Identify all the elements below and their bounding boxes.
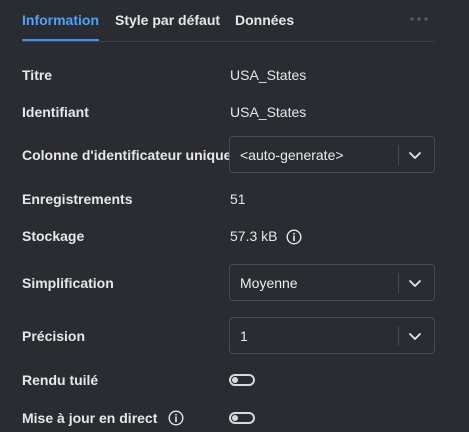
tab-style-par-defaut[interactable]: Style par défaut [115, 12, 220, 28]
stockage-label: Stockage [22, 228, 85, 244]
precision-selected-value: 1 [240, 328, 248, 344]
more-horizontal-icon[interactable] [408, 9, 430, 29]
identifiant-label: Identifiant [22, 104, 89, 120]
stockage-value: 57.3 kB [230, 228, 278, 244]
titre-value: USA_States [230, 67, 307, 83]
select-divider [398, 145, 399, 165]
mise-a-jour-label: Mise à jour en direct [22, 410, 158, 426]
chevron-down-icon[interactable] [408, 148, 422, 162]
select-divider [398, 326, 399, 346]
tab-donnees[interactable]: Données [235, 12, 294, 28]
rendu-tuile-label: Rendu tuilé [22, 372, 99, 388]
identifiant-value: USA_States [230, 104, 307, 120]
rendu-tuile-toggle[interactable] [229, 374, 255, 386]
active-tab-indicator [22, 39, 99, 41]
titre-label: Titre [22, 67, 53, 83]
enregistrements-value: 51 [230, 191, 246, 207]
tab-bar: Information Style par défaut Données [22, 0, 435, 42]
colonne-id-label: Colonne d'identificateur unique [22, 147, 232, 163]
tab-information[interactable]: Information [22, 12, 99, 28]
simplification-label: Simplification [22, 275, 114, 291]
enregistrements-label: Enregistrements [22, 191, 133, 207]
precision-select[interactable]: 1 [229, 317, 435, 354]
chevron-down-icon[interactable] [408, 329, 422, 343]
toggle-knob [232, 415, 238, 421]
simplification-selected-value: Moyenne [240, 275, 298, 291]
layer-properties-panel: Information Style par défaut Données Tit… [0, 0, 469, 432]
info-icon[interactable] [168, 410, 184, 426]
simplification-select[interactable]: Moyenne [229, 264, 435, 301]
mise-a-jour-toggle[interactable] [229, 412, 255, 424]
select-divider [398, 273, 399, 293]
chevron-down-icon[interactable] [408, 276, 422, 290]
info-icon[interactable] [286, 229, 302, 245]
precision-label: Précision [22, 328, 86, 344]
colonne-id-select[interactable]: <auto-generate> [229, 136, 435, 173]
colonne-id-selected-value: <auto-generate> [240, 147, 344, 163]
toggle-knob [232, 377, 238, 383]
